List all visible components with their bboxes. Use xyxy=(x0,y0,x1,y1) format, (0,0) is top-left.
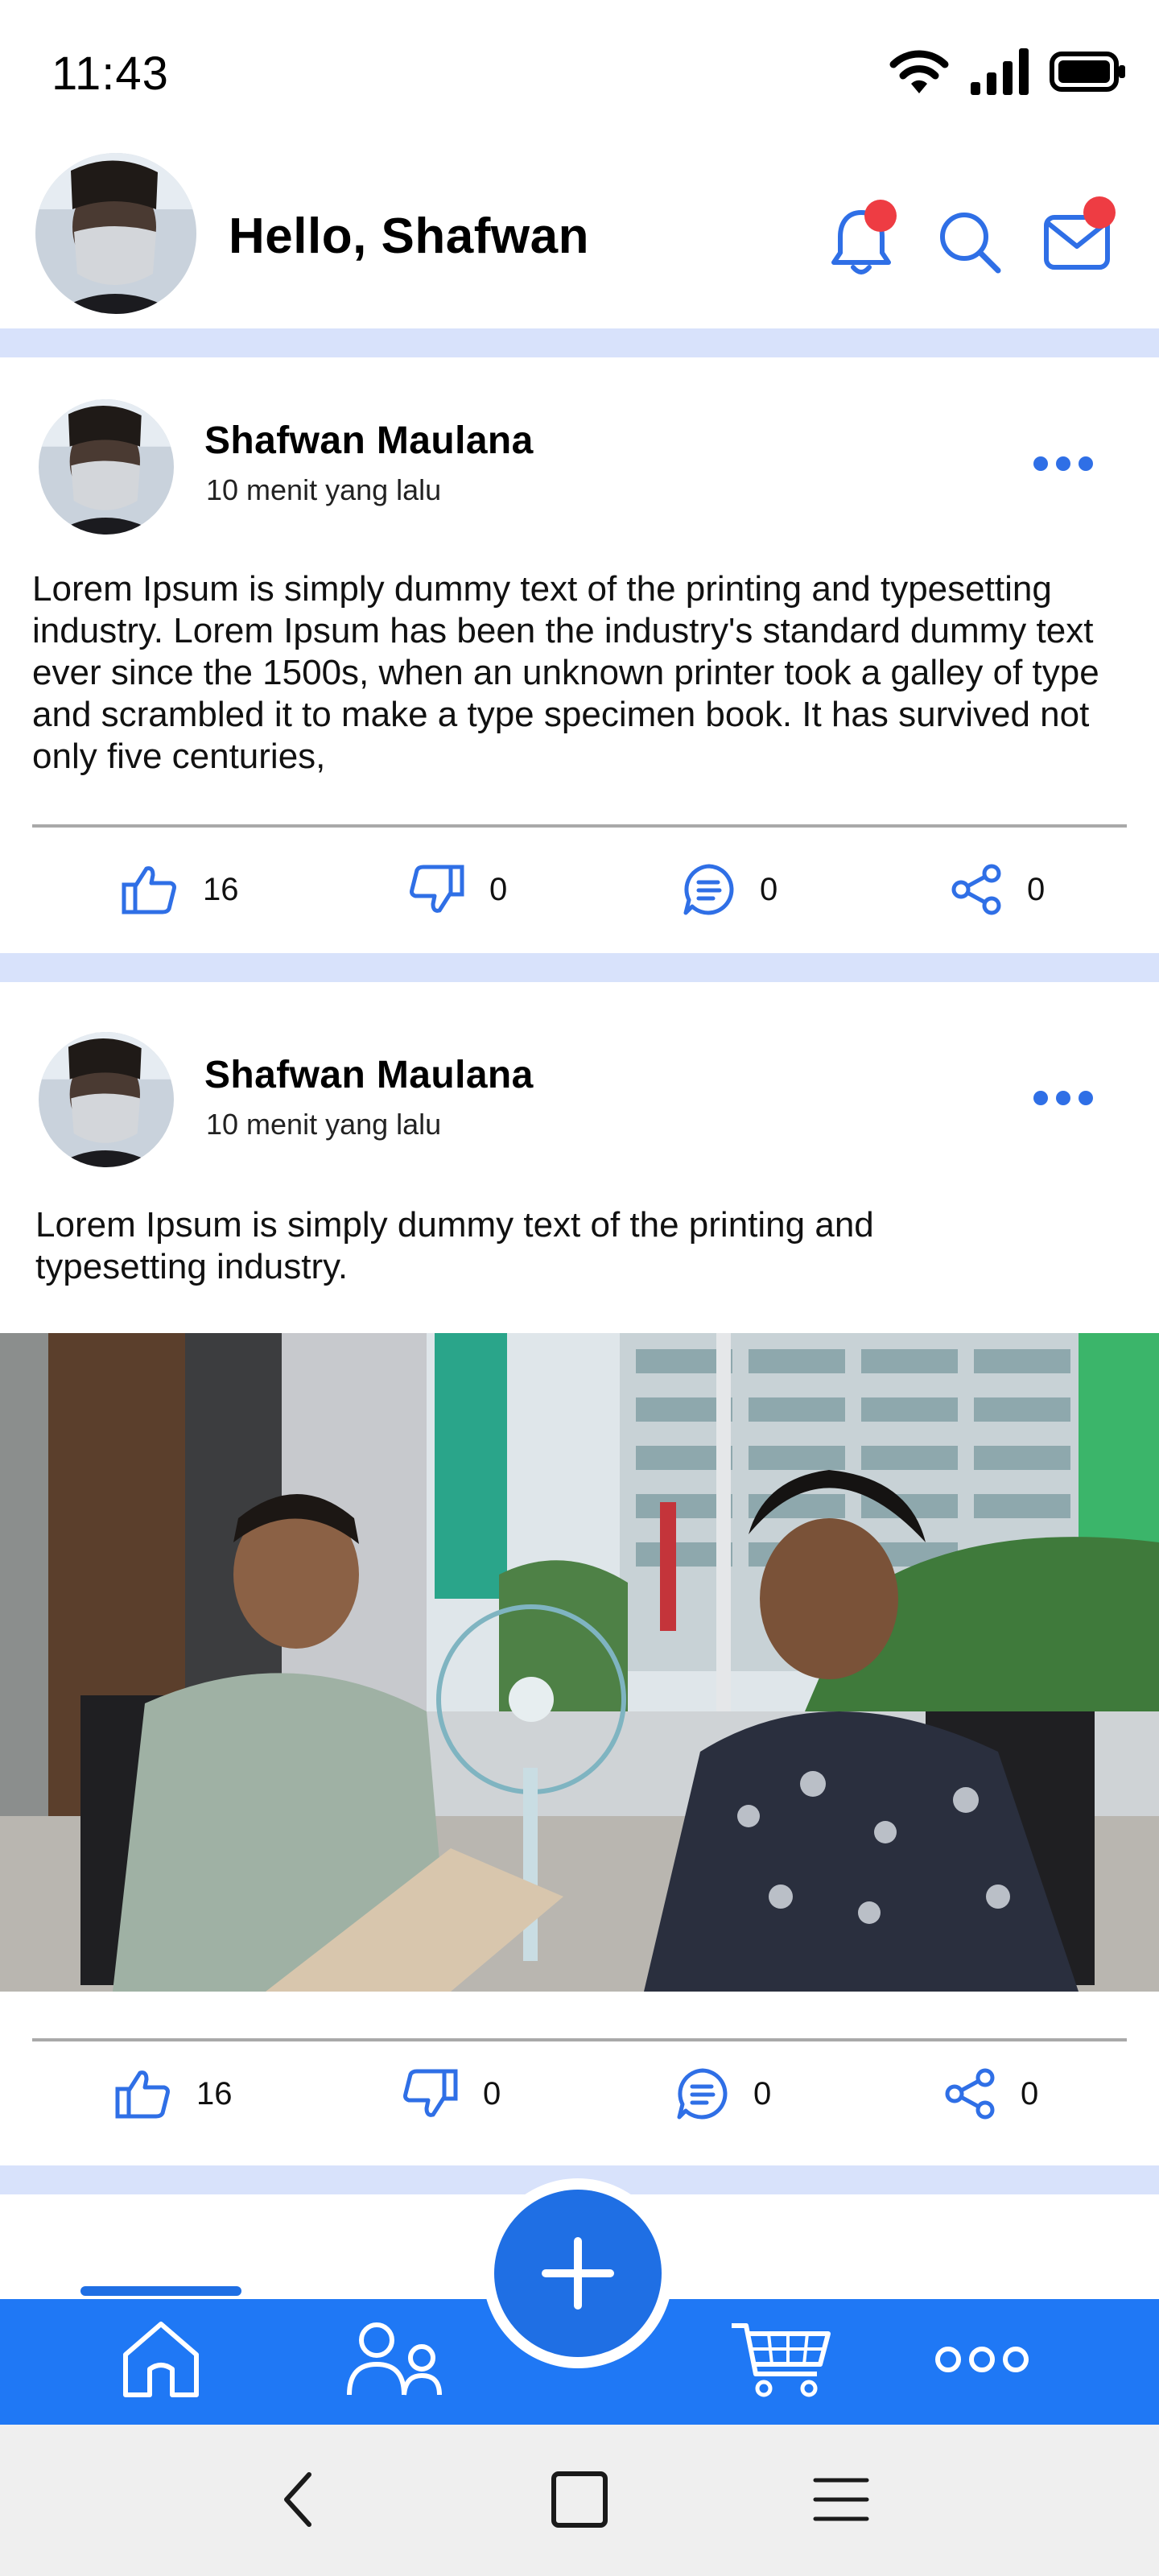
nav-cart[interactable] xyxy=(724,2315,837,2404)
messages-button[interactable] xyxy=(1038,196,1116,280)
create-post-button[interactable] xyxy=(494,2190,662,2357)
back-icon xyxy=(284,2472,311,2527)
menu-button[interactable] xyxy=(805,2463,877,2536)
post-options-button[interactable] xyxy=(1033,1088,1093,1108)
comment-icon xyxy=(677,2068,728,2120)
post-author-avatar[interactable] xyxy=(39,1032,174,1167)
separator xyxy=(0,953,1159,982)
nav-home[interactable] xyxy=(113,2315,209,2404)
active-tab-indicator xyxy=(80,2286,241,2296)
comment-button[interactable]: 0 xyxy=(676,2058,771,2130)
thumbs-up-icon xyxy=(115,2070,170,2119)
dislike-button[interactable]: 0 xyxy=(401,2058,501,2130)
share-count: 0 xyxy=(1021,2075,1039,2112)
share-button[interactable]: 0 xyxy=(950,853,1045,926)
nav-friends[interactable] xyxy=(338,2315,451,2404)
like-count: 16 xyxy=(203,871,239,907)
home-icon xyxy=(123,2322,199,2397)
post-timestamp: 10 menit yang lalu xyxy=(206,473,442,506)
more-icon xyxy=(935,2347,1029,2372)
post-actions: 16 0 0 0 xyxy=(0,853,1159,926)
post-body: Lorem Ipsum is simply dummy text of the … xyxy=(32,569,1099,776)
dislike-count: 0 xyxy=(489,871,508,907)
thumbs-up-icon xyxy=(122,866,176,914)
divider xyxy=(32,2038,1127,2041)
status-time: 11:43 xyxy=(52,47,169,100)
dot xyxy=(1056,1091,1070,1105)
thumbs-down-icon xyxy=(403,2069,458,2117)
thumbs-down-icon xyxy=(410,865,464,913)
notifications-button[interactable] xyxy=(823,200,900,280)
post-author-name[interactable]: Shafwan Maulana xyxy=(204,419,534,463)
share-icon xyxy=(951,864,1001,915)
recents-button[interactable] xyxy=(541,2463,618,2536)
app-header: Hello, Shafwan xyxy=(0,153,1159,330)
status-icons xyxy=(887,47,1127,97)
search-icon xyxy=(940,213,1001,274)
notification-badge xyxy=(864,200,897,232)
like-button[interactable]: 16 xyxy=(114,2058,233,2130)
recents-icon xyxy=(551,2471,608,2528)
comment-icon xyxy=(683,864,734,915)
wifi-icon xyxy=(889,50,949,93)
dot xyxy=(1033,456,1048,471)
separator xyxy=(0,328,1159,357)
nav-more[interactable] xyxy=(926,2315,1038,2404)
comment-count: 0 xyxy=(760,871,778,907)
post-actions: 16 0 0 0 xyxy=(0,2058,1159,2130)
status-bar: 11:43 xyxy=(0,0,1159,153)
post-options-button[interactable] xyxy=(1033,454,1093,473)
divider xyxy=(32,824,1127,828)
share-button[interactable]: 0 xyxy=(943,2058,1038,2130)
like-count: 16 xyxy=(196,2075,233,2112)
dislike-count: 0 xyxy=(483,2075,501,2112)
post-timestamp: 10 menit yang lalu xyxy=(206,1108,442,1141)
dot xyxy=(1056,456,1070,471)
signal-icon xyxy=(971,48,1029,95)
dot xyxy=(1033,1091,1048,1105)
comment-count: 0 xyxy=(753,2075,772,2112)
post-author-avatar[interactable] xyxy=(39,399,174,535)
share-icon xyxy=(945,2068,995,2120)
dot xyxy=(1079,1091,1093,1105)
dot xyxy=(1079,456,1093,471)
post-author-name[interactable]: Shafwan Maulana xyxy=(204,1053,534,1097)
greeting: Hello, Shafwan xyxy=(229,208,589,264)
dislike-button[interactable]: 0 xyxy=(407,853,507,926)
comment-button[interactable]: 0 xyxy=(683,853,777,926)
message-badge xyxy=(1083,196,1116,229)
search-button[interactable] xyxy=(930,203,1008,280)
menu-icon xyxy=(813,2478,869,2521)
post-body: Lorem Ipsum is simply dummy text of the … xyxy=(35,1205,874,1286)
battery-icon xyxy=(1050,52,1125,92)
post-photo[interactable] xyxy=(0,1333,1159,1992)
back-button[interactable] xyxy=(266,2463,330,2536)
like-button[interactable]: 16 xyxy=(121,853,239,926)
share-count: 0 xyxy=(1027,871,1046,907)
plus-icon xyxy=(542,2237,614,2310)
cart-icon xyxy=(732,2323,831,2397)
friends-icon xyxy=(347,2322,442,2396)
avatar[interactable] xyxy=(35,153,196,314)
